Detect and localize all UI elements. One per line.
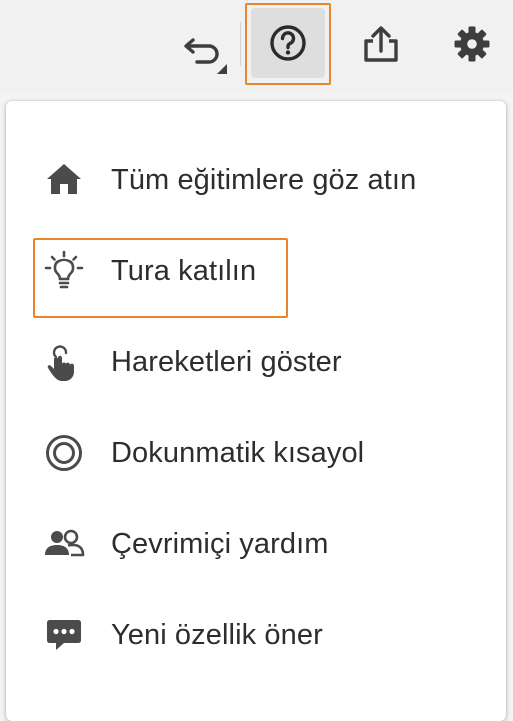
menu-item-browse-tutorials[interactable]: Tüm eğitimlere göz atın (6, 141, 506, 219)
users-icon (42, 522, 86, 566)
menu-item-label: Çevrimiçi yardım (111, 527, 329, 560)
lightbulb-icon (42, 249, 86, 293)
undo-icon (184, 38, 227, 74)
home-icon (42, 158, 86, 202)
menu-item-suggest-feature[interactable]: Yeni özellik öner (6, 596, 506, 674)
touch-shortcut-icon (42, 431, 86, 475)
menu-item-online-help[interactable]: Çevrimiçi yardım (6, 505, 506, 583)
menu-item-show-gestures[interactable]: Hareketleri göster (6, 323, 506, 401)
menu-item-take-tour[interactable]: Tura katılın (6, 232, 506, 310)
undo-button[interactable] (176, 22, 232, 76)
toolbar-divider (240, 22, 241, 66)
menu-item-touch-shortcut[interactable]: Dokunmatik kısayol (6, 414, 506, 492)
gear-icon (454, 26, 490, 62)
menu-item-label: Yeni özellik öner (111, 618, 323, 651)
top-toolbar (0, 0, 513, 90)
menu-item-label: Dokunmatik kısayol (111, 436, 365, 469)
menu-item-label: Tüm eğitimlere göz atın (111, 163, 417, 196)
settings-button[interactable] (446, 18, 498, 70)
help-circle-icon (270, 25, 306, 61)
share-icon (364, 26, 398, 62)
help-button[interactable] (251, 8, 325, 78)
share-button[interactable] (355, 18, 407, 70)
help-menu: Tüm eğitimlere göz atın Tura katılın Har… (6, 101, 506, 721)
menu-item-label: Hareketleri göster (111, 345, 342, 378)
menu-item-label: Tura katılın (111, 254, 257, 287)
chat-bubble-icon (42, 613, 86, 657)
gesture-hand-icon (42, 340, 86, 384)
